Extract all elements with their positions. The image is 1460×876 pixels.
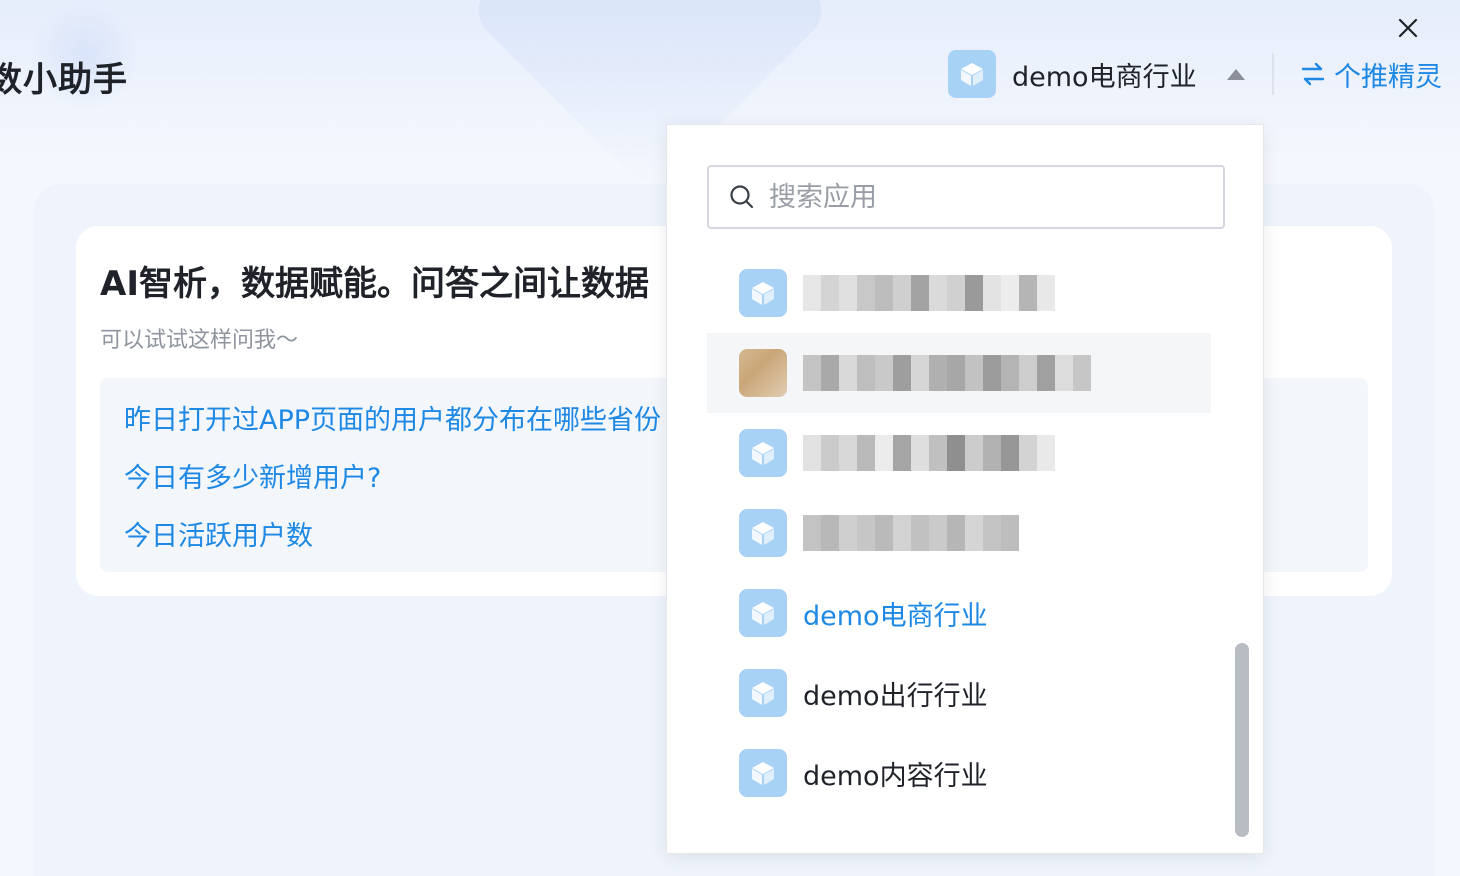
switch-app-label: 个推精灵: [1334, 61, 1442, 93]
cube-icon: [739, 749, 787, 797]
current-app-name: demo电商行业: [1012, 61, 1197, 93]
suggestion-link[interactable]: 今日活跃用户数: [124, 514, 313, 553]
app-item[interactable]: [707, 333, 1211, 413]
app-item-selected[interactable]: demo电商行业: [707, 573, 1211, 653]
header-divider: [1272, 53, 1274, 95]
intro-subtitle: 可以试试这样问我～: [100, 328, 299, 353]
app-title: 数小助手: [0, 60, 128, 100]
header: 数小助手 demo电商行业 个推精灵: [0, 0, 1460, 130]
app-item[interactable]: demo出行行业: [707, 653, 1211, 733]
intro-title: AI智析，数据赋能。问答之间让数据: [100, 264, 649, 304]
switch-app-link[interactable]: 个推精灵: [1300, 56, 1442, 93]
cube-icon: [739, 269, 787, 317]
cube-icon: [739, 589, 787, 637]
app-item[interactable]: [707, 413, 1211, 493]
cube-icon: [739, 509, 787, 557]
app-item[interactable]: [707, 493, 1211, 573]
cube-icon: [739, 429, 787, 477]
app-avatar-image: [739, 349, 787, 397]
swap-arrows-icon: [1301, 62, 1325, 86]
dropdown-scrollbar[interactable]: [1235, 643, 1249, 837]
app-dropdown: demo电商行业 demo出行行业 demo内容行业: [666, 124, 1264, 854]
app-item-label: demo出行行业: [803, 680, 988, 712]
blurred-app-name: [803, 355, 1091, 391]
close-button[interactable]: [1394, 14, 1422, 42]
suggestion-link[interactable]: 昨日打开过APP页面的用户都分布在哪些省份: [124, 398, 661, 437]
blurred-app-name: [803, 435, 1055, 471]
caret-up-icon: [1226, 68, 1245, 80]
cube-icon: [948, 50, 996, 98]
suggestion-link[interactable]: 今日有多少新增用户?: [124, 456, 381, 495]
app-item[interactable]: demo内容行业: [707, 733, 1211, 813]
close-icon: [1398, 18, 1418, 38]
search-field[interactable]: [707, 165, 1225, 229]
blurred-app-name: [803, 515, 1019, 551]
search-input[interactable]: [769, 181, 1209, 213]
app-item[interactable]: [707, 253, 1211, 333]
blurred-app-name: [803, 275, 1055, 311]
app-selector[interactable]: demo电商行业: [948, 50, 1245, 98]
search-icon: [730, 185, 754, 209]
cube-icon: [739, 669, 787, 717]
app-item-label: demo内容行业: [803, 760, 988, 792]
app-item-label: demo电商行业: [803, 600, 988, 632]
